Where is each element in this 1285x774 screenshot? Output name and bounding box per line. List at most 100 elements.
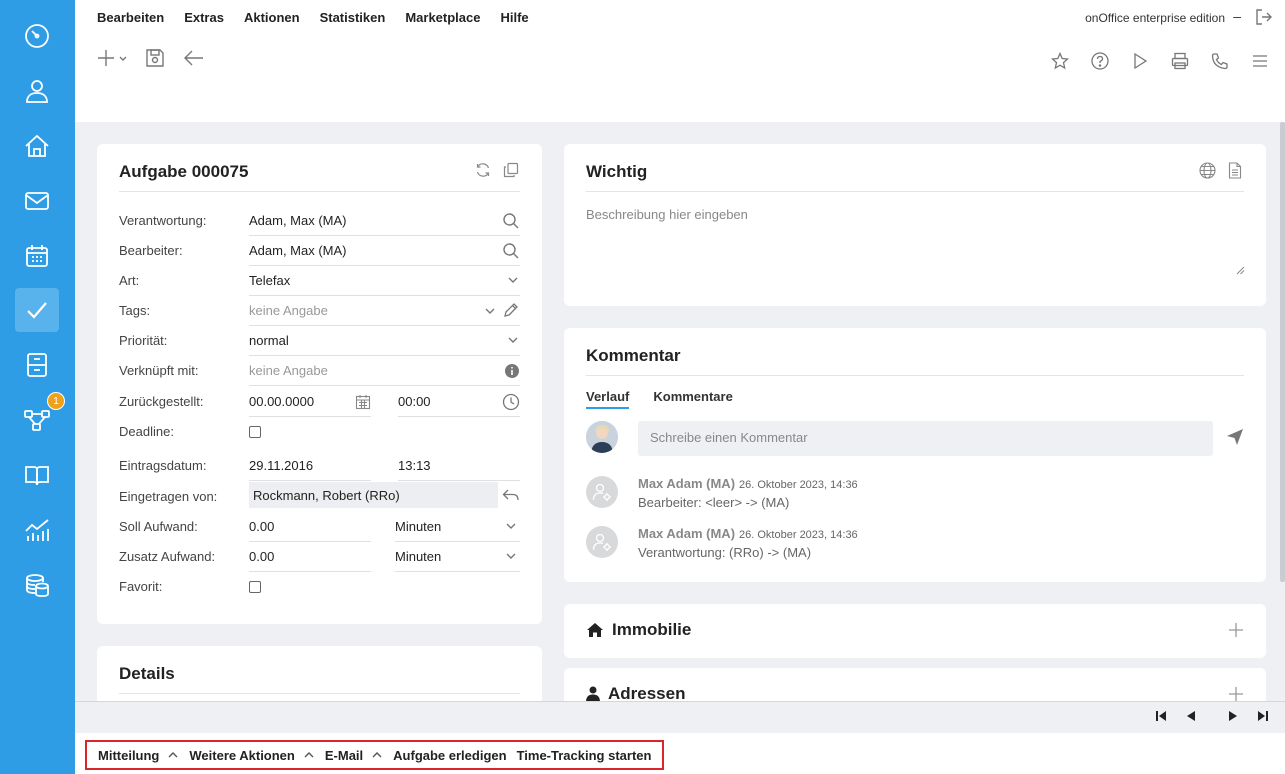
immobilie-card[interactable]: Immobilie <box>564 604 1266 658</box>
add-adressen-button[interactable] <box>1228 686 1244 702</box>
input-zusatz[interactable]: 0.00 <box>249 542 371 572</box>
chevron-up-icon <box>372 752 382 758</box>
search-icon[interactable] <box>502 212 520 230</box>
sidebar-item-knowledge[interactable] <box>15 453 59 497</box>
refresh-button[interactable] <box>475 162 491 178</box>
label-zurueckgestellt: Zurückgestellt: <box>119 394 204 409</box>
resize-handle-icon[interactable] <box>1236 266 1245 275</box>
help-button[interactable] <box>1091 52 1109 70</box>
next-record-button[interactable] <box>1227 710 1239 722</box>
play-button[interactable] <box>1131 52 1149 70</box>
question-icon <box>1091 52 1109 70</box>
sidebar-item-finance[interactable] <box>15 563 59 607</box>
action-aufgabe-erledigen[interactable]: Aufgabe erledigen <box>388 748 511 763</box>
add-immobilie-button[interactable] <box>1228 622 1244 638</box>
input-zurueckgestellt-date[interactable]: 00.00.0000 <box>249 387 371 417</box>
document-button[interactable] <box>1228 162 1242 179</box>
language-button[interactable] <box>1199 162 1216 179</box>
sidebar-item-tasks[interactable] <box>15 288 59 332</box>
sidebar-item-properties[interactable] <box>15 124 59 168</box>
book-icon <box>25 466 49 486</box>
tab-verlauf[interactable]: Verlauf <box>586 389 630 409</box>
action-mitteilung[interactable]: Mitteilung <box>93 748 184 763</box>
sidebar-item-email[interactable] <box>15 179 59 223</box>
label-eintragsdatum: Eintragsdatum: <box>119 458 207 473</box>
menu-marketplace[interactable]: Marketplace <box>405 10 480 25</box>
send-button[interactable] <box>1226 428 1244 446</box>
field-favorit: Favorit: <box>119 572 520 602</box>
refresh-icon <box>476 163 490 177</box>
input-verknuepft[interactable]: keine Angabe <box>249 356 520 386</box>
action-time-tracking[interactable]: Time-Tracking starten <box>512 748 657 763</box>
menu-button[interactable] <box>1251 52 1269 70</box>
info-icon[interactable] <box>505 364 519 378</box>
sidebar-item-processes[interactable]: 1 <box>15 392 65 442</box>
description-field[interactable]: Beschreibung hier eingeben <box>586 207 748 222</box>
save-button[interactable] <box>145 48 165 68</box>
coins-icon <box>26 574 49 597</box>
chart-icon <box>25 519 49 541</box>
envelope-icon <box>25 192 49 210</box>
label-bearbeiter: Bearbeiter: <box>119 243 183 258</box>
scrollbar[interactable] <box>1280 122 1285 582</box>
top-bar: Bearbeiten Extras Aktionen Statistiken M… <box>75 0 1285 122</box>
input-soll[interactable]: 0.00 <box>249 512 371 542</box>
menu-hilfe[interactable]: Hilfe <box>500 10 528 25</box>
clock-icon[interactable] <box>502 393 520 411</box>
checkbox-favorit[interactable] <box>249 581 261 593</box>
select-tags[interactable]: keine Angabe <box>249 296 520 326</box>
select-soll-unit[interactable]: Minuten <box>395 512 520 542</box>
sidebar-item-addresses[interactable] <box>15 69 59 113</box>
kommentar-title: Kommentar <box>586 346 681 365</box>
user-gear-icon <box>592 533 611 551</box>
reply-icon[interactable] <box>502 487 520 503</box>
task-title: Aufgabe 000075 <box>119 162 249 181</box>
menu-bearbeiten[interactable]: Bearbeiten <box>97 10 164 25</box>
menu-statistiken[interactable]: Statistiken <box>320 10 386 25</box>
action-weitere-aktionen[interactable]: Weitere Aktionen <box>184 748 319 763</box>
menu-extras[interactable]: Extras <box>184 10 224 25</box>
send-icon <box>1227 429 1243 445</box>
chevron-up-icon <box>168 752 178 758</box>
new-button[interactable] <box>97 48 127 68</box>
sidebar-item-statistics[interactable] <box>15 508 59 552</box>
copy-button[interactable] <box>503 162 519 178</box>
skip-first-icon <box>1156 711 1166 721</box>
select-zusatz-unit[interactable]: Minuten <box>395 542 520 572</box>
phone-button[interactable] <box>1211 52 1229 70</box>
logout-icon <box>1256 9 1272 25</box>
input-verantwortung[interactable]: Adam, Max (MA) <box>249 206 520 236</box>
label-zusatz: Zusatz Aufwand: <box>119 549 216 564</box>
field-eingetragen: Eingetragen von: Rockmann, Robert (RRo) <box>119 482 520 512</box>
menu-aktionen[interactable]: Aktionen <box>244 10 300 25</box>
label-soll: Soll Aufwand: <box>119 519 198 534</box>
tab-kommentare[interactable]: Kommentare <box>653 389 732 409</box>
previous-record-button[interactable] <box>1185 710 1197 722</box>
print-button[interactable] <box>1171 52 1189 70</box>
favorite-button[interactable] <box>1051 52 1069 70</box>
logout-button[interactable] <box>1255 8 1273 26</box>
field-bearbeiter: Bearbeiter: Adam, Max (MA) <box>119 236 520 266</box>
history-change: Bearbeiter: <leer> -> (MA) <box>638 495 790 510</box>
input-bearbeiter[interactable]: Adam, Max (MA) <box>249 236 520 266</box>
sidebar-item-files[interactable] <box>15 343 59 387</box>
first-record-button[interactable] <box>1155 710 1167 722</box>
select-prioritaet[interactable]: normal <box>249 326 520 356</box>
field-eintragsdatum: Eintragsdatum: 29.11.2016 13:13 <box>119 451 520 481</box>
action-email[interactable]: E-Mail <box>320 748 388 763</box>
label-art: Art: <box>119 273 140 288</box>
search-icon[interactable] <box>502 242 520 260</box>
label-deadline: Deadline: <box>119 424 174 439</box>
last-record-button[interactable] <box>1257 710 1269 722</box>
notification-badge: 1 <box>47 392 65 410</box>
comment-input[interactable]: Schreibe einen Kommentar <box>638 421 1213 456</box>
chevron-down-icon <box>484 305 496 317</box>
select-art[interactable]: Telefax <box>249 266 520 296</box>
back-button[interactable] <box>183 48 205 68</box>
sidebar-item-calendar[interactable] <box>15 234 59 278</box>
calendar-icon[interactable] <box>355 394 371 410</box>
checkbox-deadline[interactable] <box>249 426 261 438</box>
document-icon <box>1228 162 1242 179</box>
edit-tags-button[interactable] <box>503 302 519 318</box>
sidebar-item-dashboard[interactable] <box>15 14 59 58</box>
